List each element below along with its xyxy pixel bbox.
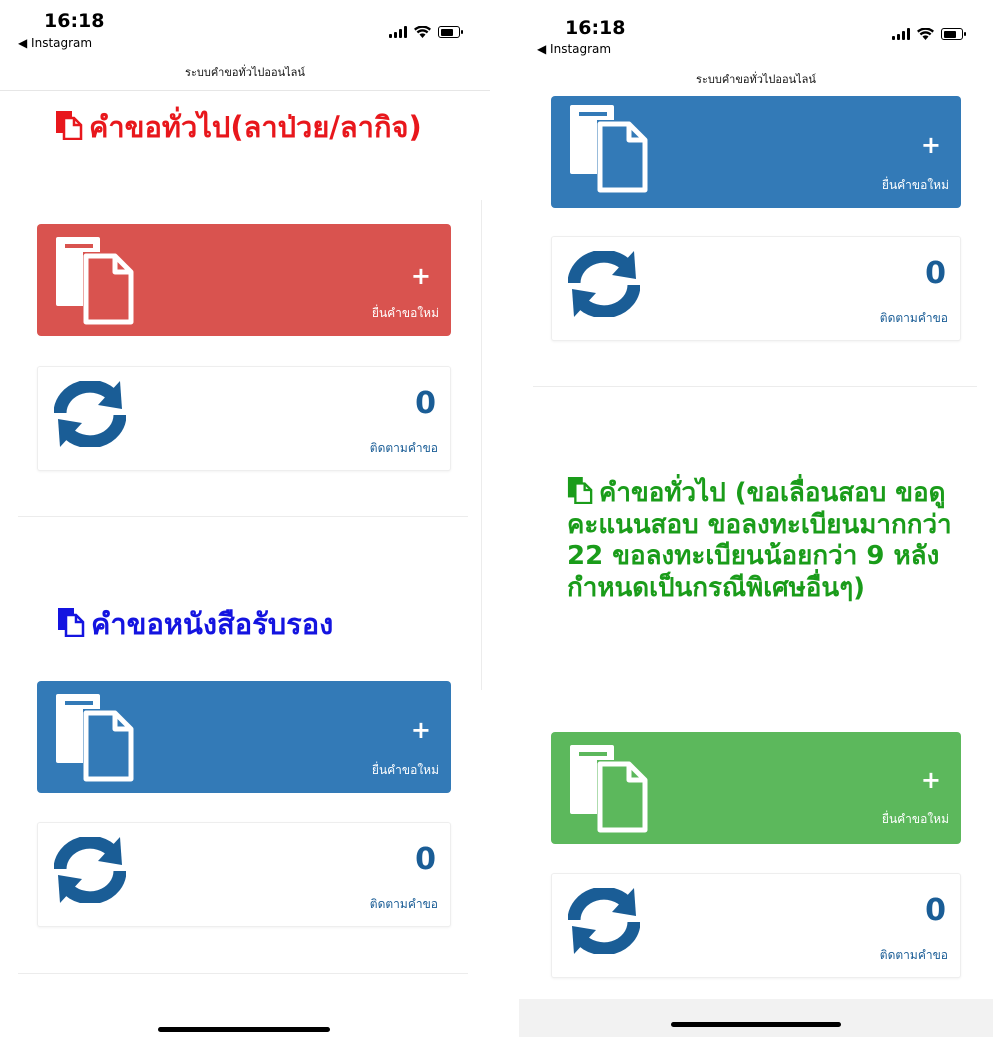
section-divider: [18, 516, 468, 517]
battery-icon: [941, 28, 966, 40]
section-divider: [533, 386, 977, 387]
section-title-text: คำขอทั่วไป (ขอเลื่อนสอบ ขอดูคะแนนสอบ ขอล…: [567, 478, 952, 604]
section-title-sick-leave: คำขอทั่วไป(ลาป่วย/ลากิจ): [55, 110, 435, 144]
track-request-label: ติดตามคำขอ: [879, 948, 948, 962]
home-indicator[interactable]: [158, 1027, 330, 1032]
new-request-label: ยื่นคำขอใหม่: [881, 178, 949, 192]
page-title: ระบบคำขอทั่วไปออนไลน์: [185, 66, 305, 79]
section-title-text: คำขอหนังสือรับรอง: [91, 607, 334, 641]
request-count: 0: [925, 256, 946, 291]
status-icons: [389, 26, 463, 38]
section-title-text: คำขอทั่วไป(ลาป่วย/ลากิจ): [89, 110, 422, 144]
bottom-safe-area: [519, 999, 993, 1037]
home-indicator[interactable]: [671, 1022, 841, 1027]
signal-icon: [389, 26, 407, 38]
section-title-general-exam: คำขอทั่วไป (ขอเลื่อนสอบ ขอดูคะแนนสอบ ขอล…: [567, 476, 952, 605]
status-icons: [892, 28, 966, 40]
section-title-certificate: คำขอหนังสือรับรอง: [57, 607, 437, 641]
signal-icon: [892, 28, 910, 40]
scroll-edge: [481, 200, 482, 690]
battery-icon: [438, 26, 463, 38]
left-screen: 16:18 ◀ Instagram ระบบคำขอทั่วไปออนไลน์ …: [0, 0, 490, 1037]
track-request-card-sick-leave[interactable]: 0 ติดตามคำขอ: [37, 366, 451, 471]
track-request-card-certificate[interactable]: 0 ติดตามคำขอ: [551, 236, 961, 341]
header-divider: [0, 90, 490, 91]
new-request-card-general-exam[interactable]: + ยื่นคำขอใหม่: [551, 732, 961, 844]
track-request-label: ติดตามคำขอ: [369, 897, 438, 911]
page-title: ระบบคำขอทั่วไปออนไลน์: [696, 73, 816, 86]
sync-icon: [568, 888, 640, 954]
request-count: 0: [925, 893, 946, 928]
wifi-icon: [917, 28, 934, 40]
document-icon: [56, 237, 134, 325]
sync-icon: [54, 837, 126, 903]
document-icon: [567, 477, 593, 504]
status-time: 16:18: [44, 10, 105, 32]
document-icon: [56, 694, 134, 782]
track-request-card-general-exam[interactable]: 0 ติดตามคำขอ: [551, 873, 961, 978]
sync-icon: [54, 381, 126, 447]
new-request-card-sick-leave[interactable]: + ยื่นคำขอใหม่: [37, 224, 451, 336]
track-request-label: ติดตามคำขอ: [879, 311, 948, 325]
section-divider: [18, 973, 468, 974]
new-request-label: ยื่นคำขอใหม่: [371, 306, 439, 320]
new-request-card-certificate[interactable]: + ยื่นคำขอใหม่: [551, 96, 961, 208]
plus-icon: +: [920, 766, 941, 794]
plus-icon: +: [410, 716, 431, 744]
wifi-icon: [414, 26, 431, 38]
document-icon: [58, 608, 85, 637]
back-to-instagram[interactable]: ◀ Instagram: [18, 36, 92, 50]
right-screen: 16:18 ◀ Instagram ระบบคำขอทั่วไปออนไลน์ …: [519, 0, 993, 1037]
sync-icon: [568, 251, 640, 317]
track-request-label: ติดตามคำขอ: [369, 441, 438, 455]
new-request-label: ยื่นคำขอใหม่: [371, 763, 439, 777]
request-count: 0: [415, 386, 436, 421]
back-to-instagram[interactable]: ◀ Instagram: [537, 42, 611, 56]
status-time: 16:18: [565, 17, 626, 39]
document-icon: [570, 105, 648, 193]
track-request-card-certificate[interactable]: 0 ติดตามคำขอ: [37, 822, 451, 927]
document-icon: [56, 111, 83, 140]
new-request-card-certificate[interactable]: + ยื่นคำขอใหม่: [37, 681, 451, 793]
document-icon: [570, 745, 648, 833]
plus-icon: +: [410, 262, 431, 290]
request-count: 0: [415, 842, 436, 877]
plus-icon: +: [920, 131, 941, 159]
new-request-label: ยื่นคำขอใหม่: [881, 812, 949, 826]
